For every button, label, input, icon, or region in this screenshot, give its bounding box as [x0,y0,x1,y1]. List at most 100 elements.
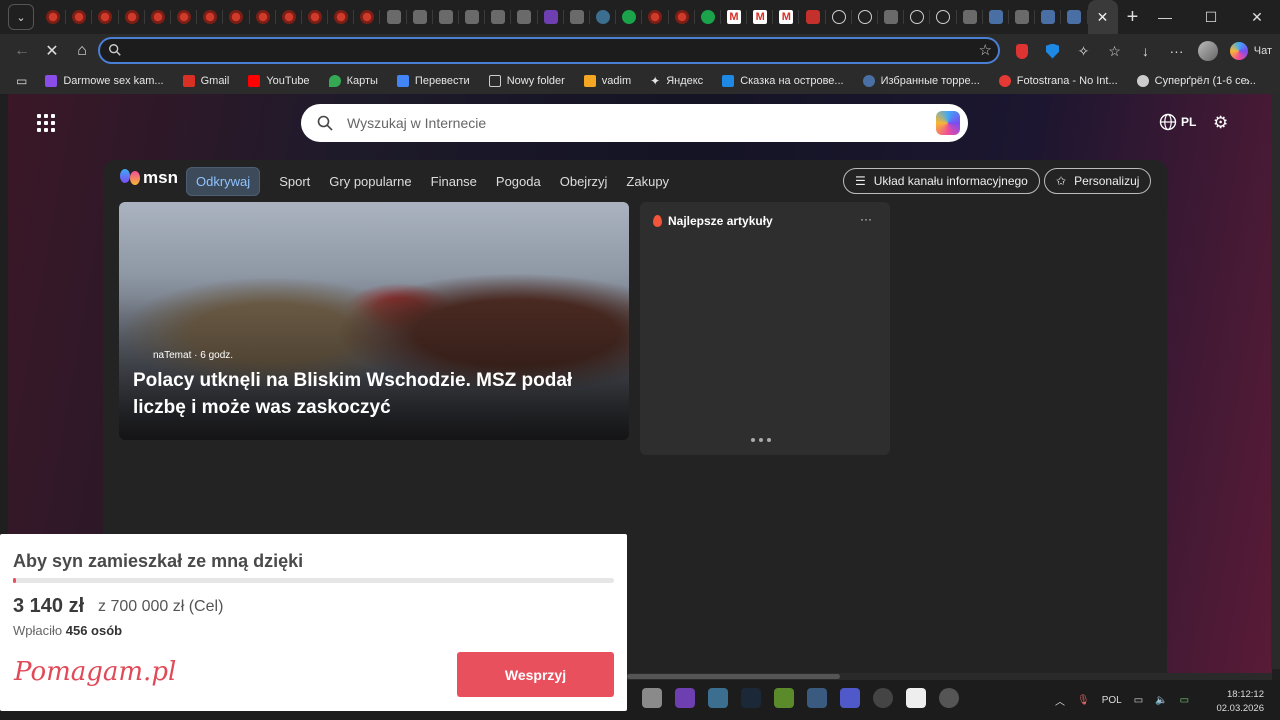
bookmarks-overflow-chevron-icon[interactable]: › [1246,73,1250,88]
browser-tab[interactable] [354,0,381,34]
browser-tab[interactable] [669,0,695,34]
browser-tab[interactable] [119,0,145,34]
msn-logo[interactable]: msn [120,168,178,188]
bookmark-item[interactable]: vadim [583,75,631,87]
taskbar-clock[interactable]: 18:12:12 02.03.2026 [1216,688,1264,716]
bookmark-item[interactable]: YouTube [248,75,310,87]
tab-obejrzyj[interactable]: Obejrzyj [560,174,608,189]
browser-tab[interactable] [250,0,276,34]
active-browser-tab[interactable]: ✕ [1087,0,1118,34]
browser-tab[interactable] [564,0,591,34]
browser-tab[interactable] [721,0,748,34]
browser-tab[interactable] [380,0,407,34]
app-launcher-icon[interactable] [37,114,55,132]
browser-tab[interactable] [904,0,931,34]
browser-tab[interactable] [1009,0,1036,34]
pomagam-logo[interactable]: Pomagam.pl [14,657,176,687]
back-button[interactable]: ← [7,36,37,66]
browser-tab[interactable] [983,0,1010,34]
tab-gry-popularne[interactable]: Gry popularne [329,174,411,189]
browser-tab[interactable] [459,0,486,34]
extensions-button[interactable]: ✧ [1068,34,1099,68]
vertical-scrollbar[interactable] [1271,94,1280,669]
bookmark-item[interactable]: Fotostrana - No Int... [998,75,1118,87]
teams-icon[interactable] [840,688,860,708]
browser-tab[interactable] [1035,0,1062,34]
tray-overflow-chevron-icon[interactable]: ︿ [1055,693,1065,708]
browser-tab[interactable] [511,0,538,34]
browser-tab[interactable] [223,0,250,34]
copilot-icon[interactable] [936,111,960,135]
maximize-button[interactable]: ☐ [1188,0,1234,34]
taskbar-app-icon[interactable] [939,688,959,708]
browser-tab[interactable] [40,0,67,34]
support-button[interactable]: Wesprzyj [457,652,614,697]
browser-tab[interactable] [930,0,957,34]
network-icon[interactable]: ▭ [1134,695,1143,706]
browser-tab[interactable] [826,0,853,34]
battery-icon[interactable]: ▭ [1180,695,1189,706]
home-button[interactable]: ⌂ [67,36,97,66]
personalize-button[interactable]: ✩ Personalizuj [1044,168,1152,194]
more-menu-button[interactable]: ··· [1161,34,1192,68]
taskbar-app-icon[interactable] [774,688,794,708]
bookmark-item[interactable]: Избранные торре... [862,75,980,87]
browser-tab[interactable] [145,0,172,34]
scrollbar-thumb[interactable] [627,674,840,679]
carousel-dots[interactable] [751,438,771,442]
browser-tab[interactable] [328,0,355,34]
browser-tab[interactable] [407,0,434,34]
browser-tab[interactable] [852,0,879,34]
feed-layout-button[interactable]: ☰ Układ kanału informacyjnego [843,168,1040,194]
bookmark-item[interactable]: Перевести [396,75,470,87]
browser-tab[interactable] [66,0,93,34]
settings-gear-icon[interactable]: ⚙ [1213,113,1228,133]
browser-tab[interactable] [197,0,224,34]
web-search-input[interactable] [347,115,907,131]
input-language[interactable]: POL [1102,695,1122,706]
tab-finanse[interactable]: Finanse [431,174,477,189]
extension-adblock-button[interactable] [1006,34,1037,68]
downloads-button[interactable]: ↓ [1130,34,1161,68]
taskbar-app-icon[interactable] [873,688,893,708]
address-bar[interactable]: ☆ [98,37,1000,64]
bookmark-item[interactable]: Сказка на острове... [722,75,844,87]
browser-tab[interactable] [642,0,669,34]
browser-tab[interactable] [799,0,826,34]
microphone-icon[interactable]: 🎙 [1077,695,1090,706]
bookmark-folder[interactable]: Nowy folder [488,75,565,87]
browser-tab[interactable] [538,0,564,34]
browser-tab[interactable] [695,0,722,34]
profile-button[interactable] [1192,34,1223,68]
close-tab-icon[interactable]: ✕ [1097,9,1109,26]
browser-tab[interactable] [878,0,905,34]
article-headline[interactable]: Polacy utknęli na Bliskim Wschodzie. MSZ… [133,367,603,421]
extension-vpn-button[interactable] [1037,34,1068,68]
tab-odkrywaj[interactable]: Odkrywaj [186,167,261,196]
close-window-button[interactable]: ✕ [1234,0,1280,34]
favorites-button[interactable]: ☆ [1099,34,1130,68]
browser-tab[interactable] [747,0,774,34]
taskbar-app-icon[interactable] [708,688,728,708]
horizontal-scrollbar[interactable] [627,673,1272,680]
bookmark-item[interactable]: ✦ Яндекс [650,74,703,88]
collections-icon[interactable]: ▭ [16,74,27,88]
browser-tab[interactable] [171,0,198,34]
steam-icon[interactable] [741,688,761,708]
bookmark-item[interactable]: Карты [328,75,378,87]
bookmark-item[interactable]: Суперґрёл (1-6 се... [1136,75,1256,87]
browser-tab[interactable] [302,0,329,34]
more-options-icon[interactable]: ··· [860,212,872,226]
browser-tab[interactable] [590,0,617,34]
minimize-button[interactable]: — [1142,0,1188,34]
taskbar-app-icon[interactable] [642,688,662,708]
tab-actions-menu-button[interactable]: ⌄ [8,4,34,30]
browser-tab[interactable] [92,0,119,34]
taskbar-app-icon[interactable] [807,688,827,708]
browser-tab[interactable] [957,0,983,34]
stop-loading-button[interactable]: ✕ [37,36,67,66]
bookmark-item[interactable]: Darmowe sex kam... [45,75,164,87]
tab-sport[interactable]: Sport [279,174,310,189]
favorite-star-icon[interactable]: ☆ [979,41,992,59]
browser-tab[interactable] [616,0,643,34]
